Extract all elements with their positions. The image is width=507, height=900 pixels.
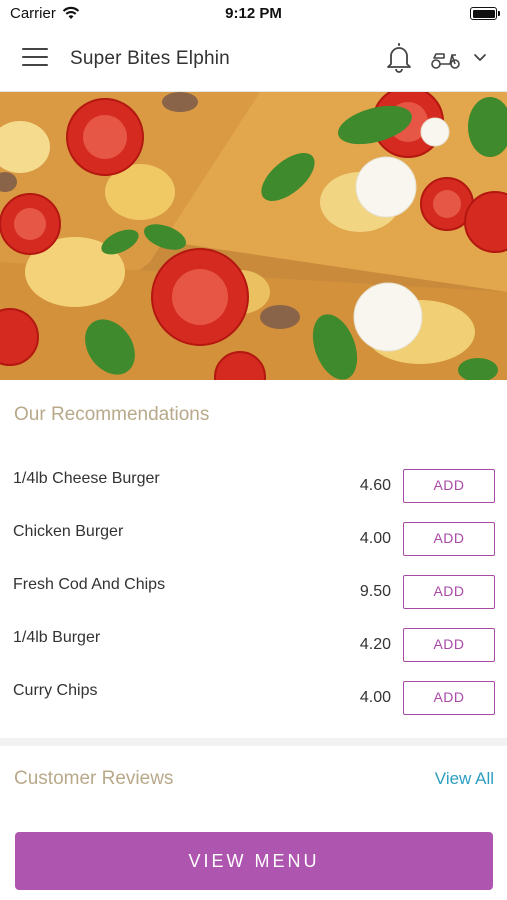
item-name: Chicken Burger [13, 523, 124, 540]
chevron-down-icon[interactable] [472, 51, 488, 65]
status-time: 9:12 PM [225, 5, 282, 22]
item-price: 4.00 [359, 689, 391, 706]
list-item: Fresh Cod And Chips 9.50 ADD [0, 561, 507, 614]
battery-icon [470, 7, 500, 20]
reviews-title: Customer Reviews [14, 768, 174, 789]
store-title: Super Bites Elphin [70, 48, 230, 69]
menu-icon[interactable] [22, 48, 48, 70]
view-all-link[interactable]: View All [435, 769, 494, 789]
item-name: Fresh Cod And Chips [13, 576, 166, 593]
add-button[interactable]: ADD [403, 522, 495, 556]
list-item: Chicken Burger 4.00 ADD [0, 508, 507, 561]
app-header: Super Bites Elphin [0, 28, 507, 92]
recommendations-list: 1/4lb Cheese Burger 4.60 ADD Chicken Bur… [0, 455, 507, 720]
item-name: Curry Chips [13, 682, 98, 699]
item-price: 9.50 [359, 583, 391, 600]
add-button[interactable]: ADD [403, 469, 495, 503]
item-price: 4.00 [359, 530, 391, 547]
pizza-illustration [0, 92, 507, 380]
bell-icon[interactable] [385, 42, 413, 74]
list-item: 1/4lb Cheese Burger 4.60 ADD [0, 455, 507, 508]
scooter-icon[interactable] [430, 45, 462, 71]
item-name: 1/4lb Cheese Burger [13, 470, 160, 487]
section-divider [0, 738, 507, 746]
battery-fill [472, 9, 495, 18]
list-item: 1/4lb Burger 4.20 ADD [0, 614, 507, 667]
item-price: 4.60 [359, 477, 391, 494]
item-name: 1/4lb Burger [13, 629, 101, 646]
item-price: 4.20 [359, 636, 391, 653]
view-menu-button[interactable]: VIEW MENU [15, 832, 493, 890]
hero-pizza-image [0, 92, 507, 380]
add-button[interactable]: ADD [403, 681, 495, 715]
add-button[interactable]: ADD [403, 628, 495, 662]
status-bar: Carrier 9:12 PM [0, 0, 507, 28]
recommendations-title: Our Recommendations [14, 404, 210, 425]
list-item: Curry Chips 4.00 ADD [0, 667, 507, 720]
add-button[interactable]: ADD [403, 575, 495, 609]
